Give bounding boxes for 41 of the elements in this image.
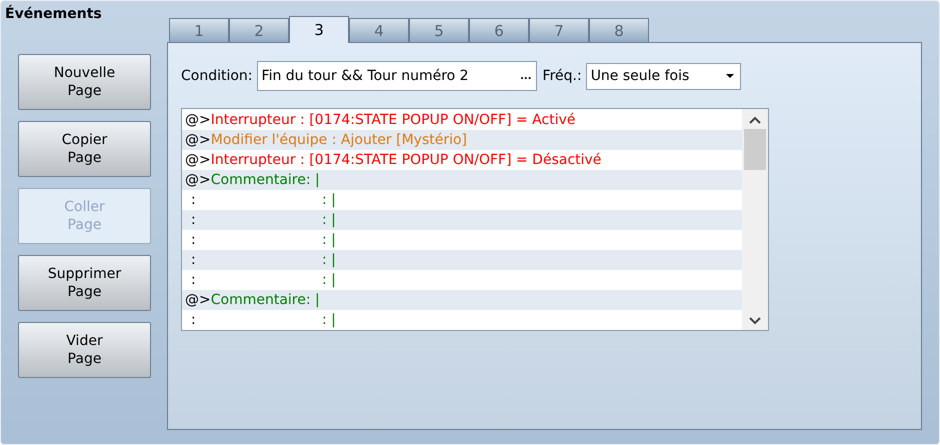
continuation-prefix: : <box>190 192 197 208</box>
page-tab[interactable]: 7 <box>529 18 589 42</box>
caret-icon <box>726 74 734 78</box>
frequency-dropdown[interactable]: Une seule fois <box>586 62 741 90</box>
condition-label: Condition: <box>181 68 253 84</box>
command-text: Interrupteur : [0174:STATE POPUP ON/OFF] = Désactivé <box>210 152 602 168</box>
scrollbar[interactable] <box>742 109 768 330</box>
command-text: Interrupteur : [0174:STATE POPUP ON/OFF] = Activé <box>210 112 576 128</box>
page-button[interactable]: Nouvelle Page <box>18 54 151 110</box>
continuation-prefix: : <box>190 272 197 288</box>
continuation-text: : | <box>322 312 336 328</box>
continuation-text: : | <box>322 232 336 248</box>
page-button[interactable]: Copier Page <box>18 121 151 177</box>
command-prefix: @> <box>185 292 211 308</box>
command-prefix: @> <box>185 152 211 168</box>
scroll-up-icon[interactable] <box>749 116 761 124</box>
page-tab[interactable]: 3 <box>289 16 349 43</box>
continuation-text: : | <box>322 212 336 228</box>
command-list[interactable] <box>181 108 769 331</box>
command-prefix: @> <box>185 112 211 128</box>
continuation-prefix: : <box>190 232 197 248</box>
frequency-label: Fréq.: <box>542 68 582 84</box>
condition-field[interactable]: Fin du tour && Tour numéro 2 ... <box>256 61 537 91</box>
page-tab[interactable]: 5 <box>409 18 469 42</box>
page-button[interactable]: Supprimer Page <box>18 255 151 311</box>
scroll-down-icon[interactable] <box>749 317 761 325</box>
browse-button[interactable]: ... <box>520 70 532 82</box>
command-prefix: @> <box>185 132 211 148</box>
continuation-prefix: : <box>190 312 197 328</box>
page-button[interactable]: Vider Page <box>18 322 151 378</box>
continuation-text: : | <box>322 192 336 208</box>
command-text: Commentaire: | <box>210 292 320 308</box>
command-text: Commentaire: | <box>210 172 320 188</box>
window-title: Événements <box>5 6 102 22</box>
command-text: Modifier l'équipe : Ajouter [Mystério] <box>210 132 468 148</box>
continuation-text: : | <box>322 252 336 268</box>
command-prefix: @> <box>185 172 211 188</box>
continuation-prefix: : <box>190 212 197 228</box>
continuation-prefix: : <box>190 252 197 268</box>
continuation-text: : | <box>322 272 336 288</box>
scroll-thumb[interactable] <box>744 129 766 170</box>
